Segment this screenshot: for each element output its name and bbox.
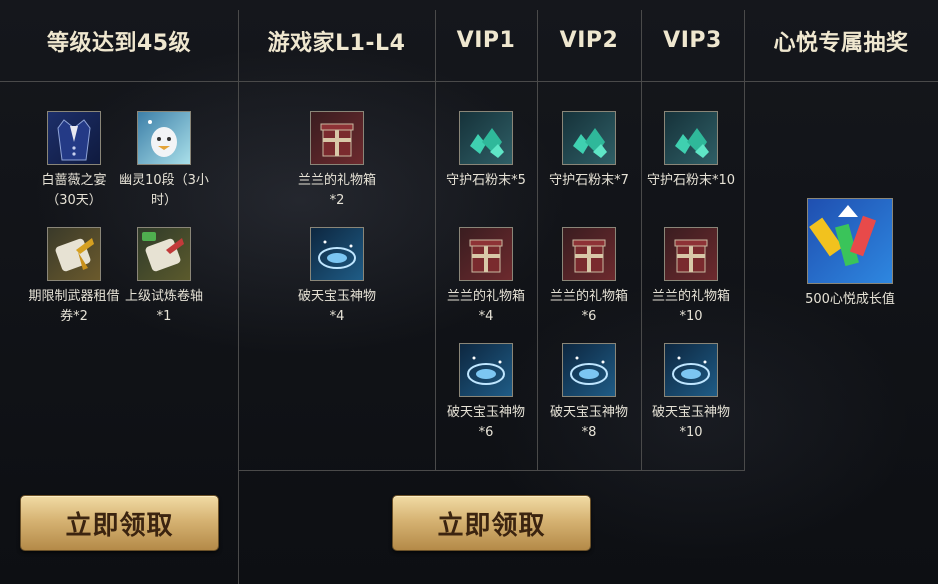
reward-label: 守护石粉末*10 xyxy=(646,173,736,188)
reward-label: 500心悦成长值 xyxy=(805,292,895,307)
reward-item: 兰兰的礼物箱*4 xyxy=(440,227,532,327)
jade-icon[interactable] xyxy=(664,343,718,397)
reward-label: 守护石粉末*7 xyxy=(549,173,629,188)
reward-item: 期限制武器租借券*2 xyxy=(28,227,120,327)
claim-level-button[interactable]: 立即领取 xyxy=(20,495,219,551)
reward-label: 破天宝玉神物*8 xyxy=(549,405,628,440)
vip-growth-icon[interactable] xyxy=(807,198,893,284)
header-lottery: 心悦专属抽奖 xyxy=(773,30,909,56)
reward-item: 破天宝玉神物*4 xyxy=(291,227,383,327)
gift-box-icon[interactable] xyxy=(664,227,718,281)
reward-label: 幽灵10段（3小时） xyxy=(119,173,209,208)
header-vip3: VIP3 xyxy=(663,28,722,53)
reward-item: 500心悦成长值 xyxy=(785,198,915,310)
suit-icon[interactable] xyxy=(47,111,101,165)
header-vip1: VIP1 xyxy=(456,28,516,53)
reward-label: 兰兰的礼物箱*2 xyxy=(297,173,376,208)
gift-box-icon[interactable] xyxy=(310,111,364,165)
header-divider xyxy=(0,81,938,82)
reward-label: 破天宝玉神物*6 xyxy=(446,405,525,440)
jade-icon[interactable] xyxy=(310,227,364,281)
header-vip2: VIP2 xyxy=(559,28,619,53)
header-player: 游戏家L1-L4 xyxy=(267,30,406,56)
claim-vip-button[interactable]: 立即领取 xyxy=(392,495,591,551)
gem-powder-icon[interactable] xyxy=(664,111,718,165)
reward-label: 上级试炼卷轴*1 xyxy=(124,289,203,324)
gem-powder-icon[interactable] xyxy=(459,111,513,165)
reward-label: 白蔷薇之宴（30天） xyxy=(41,173,107,208)
scroll-coupon-icon[interactable] xyxy=(47,227,101,281)
reward-label: 破天宝玉神物*4 xyxy=(297,289,376,324)
reward-item: 破天宝玉神物*6 xyxy=(440,343,532,443)
reward-item: 守护石粉末*5 xyxy=(440,111,532,191)
header-level: 等级达到45级 xyxy=(46,30,192,56)
trial-scroll-icon[interactable] xyxy=(137,227,191,281)
gift-box-icon[interactable] xyxy=(562,227,616,281)
reward-item: 破天宝玉神物*10 xyxy=(645,343,737,443)
reward-item: 上级试炼卷轴*1 xyxy=(118,227,210,327)
reward-label: 破天宝玉神物*10 xyxy=(651,405,730,440)
reward-item: 幽灵10段（3小时） xyxy=(118,111,210,211)
reward-item: 兰兰的礼物箱*2 xyxy=(291,111,383,211)
reward-item: 兰兰的礼物箱*6 xyxy=(543,227,635,327)
reward-label: 兰兰的礼物箱*6 xyxy=(549,289,628,324)
reward-label: 兰兰的礼物箱*10 xyxy=(651,289,730,324)
ghost-pet-icon[interactable] xyxy=(137,111,191,165)
gift-box-icon[interactable] xyxy=(459,227,513,281)
column-divider xyxy=(238,10,239,584)
jade-icon[interactable] xyxy=(459,343,513,397)
reward-item: 白蔷薇之宴（30天） xyxy=(28,111,120,211)
vip-section-divider xyxy=(238,470,745,471)
reward-label: 守护石粉末*5 xyxy=(446,173,526,188)
reward-item: 兰兰的礼物箱*10 xyxy=(645,227,737,327)
reward-label: 期限制武器租借券*2 xyxy=(28,289,120,324)
gem-powder-icon[interactable] xyxy=(562,111,616,165)
jade-icon[interactable] xyxy=(562,343,616,397)
reward-item: 守护石粉末*10 xyxy=(645,111,737,191)
reward-item: 破天宝玉神物*8 xyxy=(543,343,635,443)
reward-label: 兰兰的礼物箱*4 xyxy=(446,289,525,324)
reward-item: 守护石粉末*7 xyxy=(543,111,635,191)
